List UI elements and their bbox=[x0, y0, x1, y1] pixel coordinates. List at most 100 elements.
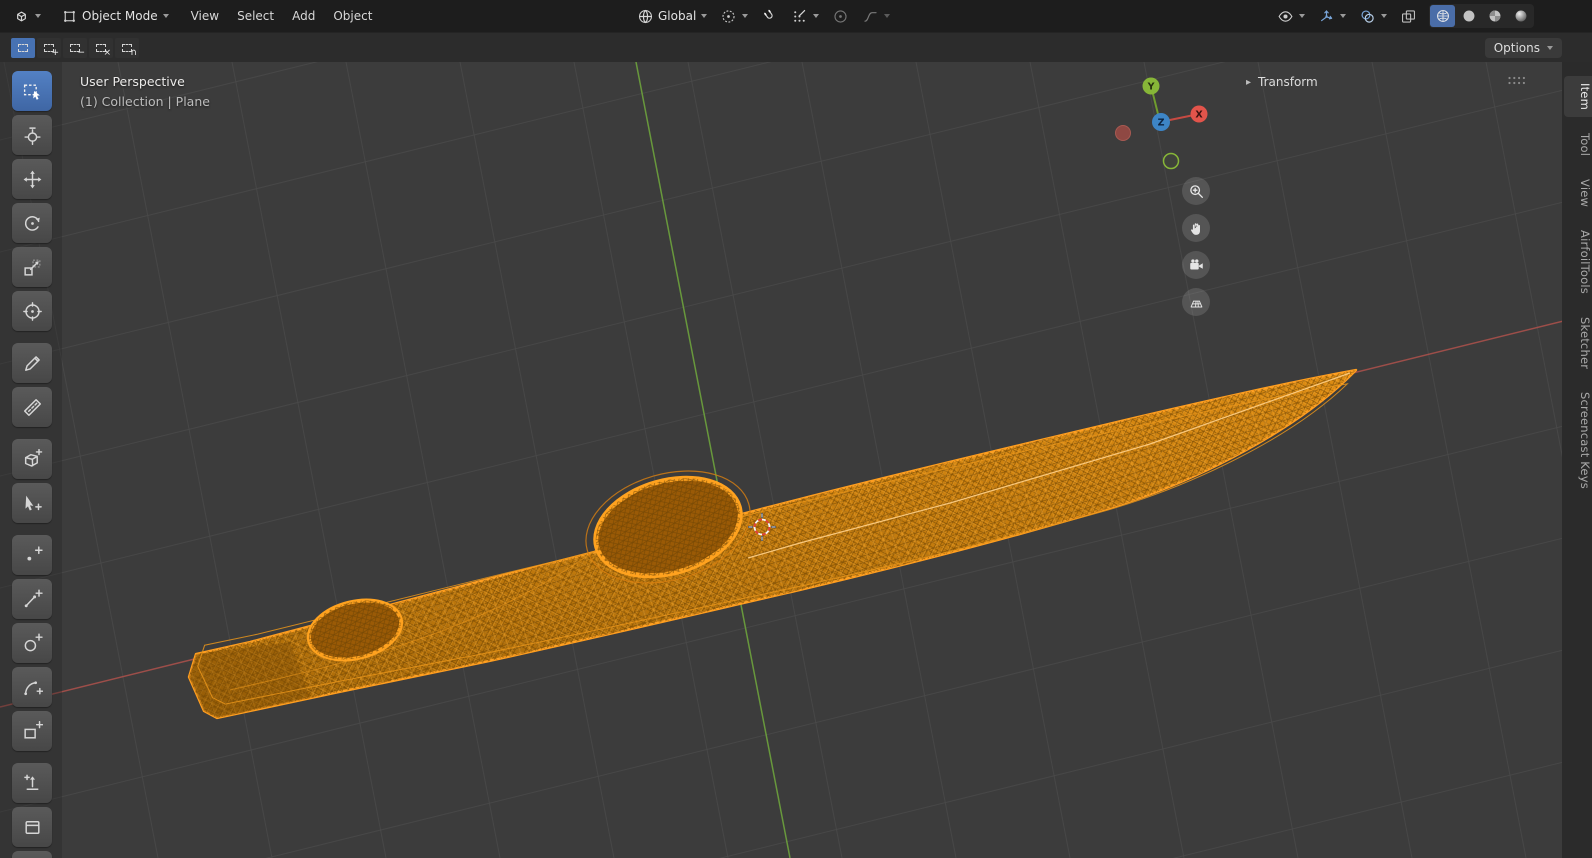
xray-toggle[interactable] bbox=[1395, 6, 1422, 27]
add-circle-tool[interactable] bbox=[12, 623, 52, 663]
show-gizmos-toggle[interactable] bbox=[1313, 6, 1351, 27]
workplane-tool[interactable] bbox=[12, 807, 52, 847]
shading-rendered-button[interactable] bbox=[1508, 5, 1533, 27]
menu-add[interactable]: Add bbox=[283, 5, 324, 27]
header-center-controls: Global bbox=[632, 0, 895, 32]
snap-toggle[interactable] bbox=[756, 6, 783, 27]
select-mode-new[interactable] bbox=[11, 37, 35, 58]
chevron-down-icon bbox=[1299, 14, 1305, 18]
transform-panel-header[interactable]: ▸ Transform bbox=[1240, 70, 1532, 94]
select-mode-intersect[interactable]: ∩ bbox=[115, 37, 139, 58]
transform-tool[interactable] bbox=[12, 291, 52, 331]
tab-view[interactable]: View bbox=[1566, 172, 1592, 214]
header-right-controls bbox=[1272, 0, 1534, 32]
measure-tool[interactable] bbox=[12, 387, 52, 427]
viewport-header: Object Mode View Select Add Object Global bbox=[0, 0, 1592, 32]
panel-expand-arrow-icon: ▸ bbox=[1246, 76, 1252, 88]
gizmo-x-label: X bbox=[1195, 109, 1203, 120]
add-point-tool[interactable] bbox=[12, 535, 52, 575]
gizmo-y-ball[interactable]: Y bbox=[1142, 77, 1160, 95]
select-mode-invert[interactable]: × bbox=[89, 37, 113, 58]
falloff-curve-icon bbox=[862, 8, 879, 25]
box-select-tool[interactable] bbox=[12, 71, 52, 111]
gizmo-y-neg-ball[interactable] bbox=[1162, 152, 1180, 170]
pivot-icon bbox=[720, 8, 737, 25]
camera-view-button[interactable] bbox=[1182, 251, 1210, 279]
header-menus: View Select Add Object bbox=[182, 5, 382, 27]
mode-label: Object Mode bbox=[82, 9, 158, 23]
chevron-down-icon bbox=[701, 14, 708, 18]
pivot-point-selector[interactable] bbox=[715, 6, 753, 27]
gizmo-y-label: Y bbox=[1147, 81, 1155, 92]
menu-select[interactable]: Select bbox=[228, 5, 283, 27]
tab-sketcher[interactable]: Sketcher bbox=[1566, 310, 1592, 376]
move-tool[interactable] bbox=[12, 159, 52, 199]
viewport-nav-buttons bbox=[1182, 177, 1210, 316]
chevron-down-icon bbox=[1547, 45, 1553, 50]
select-mode-subtract[interactable]: − bbox=[63, 37, 87, 58]
tab-screencast-keys[interactable]: Screencast Keys bbox=[1566, 385, 1592, 496]
pan-button[interactable] bbox=[1182, 214, 1210, 242]
snap-target-selector[interactable] bbox=[786, 6, 824, 27]
menu-view[interactable]: View bbox=[182, 5, 228, 27]
options-button[interactable]: Options bbox=[1484, 37, 1562, 58]
viewport-canvas[interactable]: Y X Z bbox=[0, 62, 1592, 858]
editor-3d-viewport-icon bbox=[13, 8, 30, 25]
snap-target-icon bbox=[791, 8, 808, 25]
gizmo-z-label: Z bbox=[1158, 117, 1165, 128]
tab-tool[interactable]: Tool bbox=[1566, 126, 1592, 163]
shading-mode-group bbox=[1429, 4, 1534, 28]
shading-wireframe-button[interactable] bbox=[1430, 5, 1455, 27]
proportional-edit-toggle[interactable] bbox=[827, 6, 854, 27]
zoom-button[interactable] bbox=[1182, 177, 1210, 205]
perspective-toggle-button[interactable] bbox=[1182, 288, 1210, 316]
tweak-tool[interactable] bbox=[12, 483, 52, 523]
panel-grip-icon[interactable] bbox=[1507, 75, 1526, 89]
tool-settings-bar: + − × ∩ Options bbox=[0, 32, 1592, 62]
chevron-down-icon bbox=[162, 14, 169, 18]
add-line-tool[interactable] bbox=[12, 579, 52, 619]
overlays-icon bbox=[1359, 8, 1376, 25]
more-tools-tool[interactable] bbox=[12, 851, 52, 858]
orientation-label: Global bbox=[658, 9, 697, 23]
panel-title: Transform bbox=[1258, 75, 1318, 89]
tab-airfoiltools[interactable]: AirfoilTools bbox=[1566, 223, 1592, 301]
add-arc-tool[interactable] bbox=[12, 667, 52, 707]
object-visibility-selector[interactable] bbox=[1272, 6, 1310, 27]
toolbar bbox=[12, 71, 52, 858]
show-overlays-toggle[interactable] bbox=[1354, 6, 1392, 27]
y-axis-line bbox=[635, 62, 791, 858]
gizmo-x-neg-ball[interactable] bbox=[1115, 125, 1131, 141]
extrude-tool[interactable] bbox=[12, 763, 52, 803]
select-mode-extend[interactable]: + bbox=[37, 37, 61, 58]
chevron-down-icon bbox=[813, 14, 820, 18]
proportional-falloff-selector[interactable] bbox=[857, 6, 895, 27]
add-cube-tool[interactable] bbox=[12, 439, 52, 479]
tab-item[interactable]: Item bbox=[1564, 76, 1592, 117]
globe-icon bbox=[637, 8, 654, 25]
shading-material-preview-button[interactable] bbox=[1482, 5, 1507, 27]
cursor-tool[interactable] bbox=[12, 115, 52, 155]
chevron-down-icon bbox=[1340, 14, 1346, 18]
chevron-down-icon bbox=[35, 14, 41, 18]
options-label: Options bbox=[1493, 40, 1540, 55]
annotate-tool[interactable] bbox=[12, 343, 52, 383]
rotate-tool[interactable] bbox=[12, 203, 52, 243]
transform-orientation-selector[interactable]: Global bbox=[632, 6, 712, 27]
menu-object[interactable]: Object bbox=[324, 5, 381, 27]
gizmo-x-ball[interactable]: X bbox=[1190, 105, 1208, 123]
gizmo-z-ball[interactable]: Z bbox=[1152, 113, 1170, 131]
kayak-object[interactable] bbox=[187, 368, 1358, 720]
mode-selector[interactable]: Object Mode bbox=[56, 6, 174, 27]
editor-type-button[interactable] bbox=[8, 6, 46, 27]
object-mode-icon bbox=[61, 8, 78, 25]
shading-solid-button[interactable] bbox=[1456, 5, 1481, 27]
viewport-3d[interactable]: Y X Z User Perspective (1) Collection | … bbox=[0, 62, 1592, 858]
xray-icon bbox=[1400, 8, 1417, 25]
add-rectangle-tool[interactable] bbox=[12, 711, 52, 751]
gizmo-icon bbox=[1318, 8, 1335, 25]
eye-icon bbox=[1277, 8, 1294, 25]
viewport-grid bbox=[0, 62, 1592, 858]
scale-tool[interactable] bbox=[12, 247, 52, 287]
chevron-down-icon bbox=[742, 14, 749, 18]
